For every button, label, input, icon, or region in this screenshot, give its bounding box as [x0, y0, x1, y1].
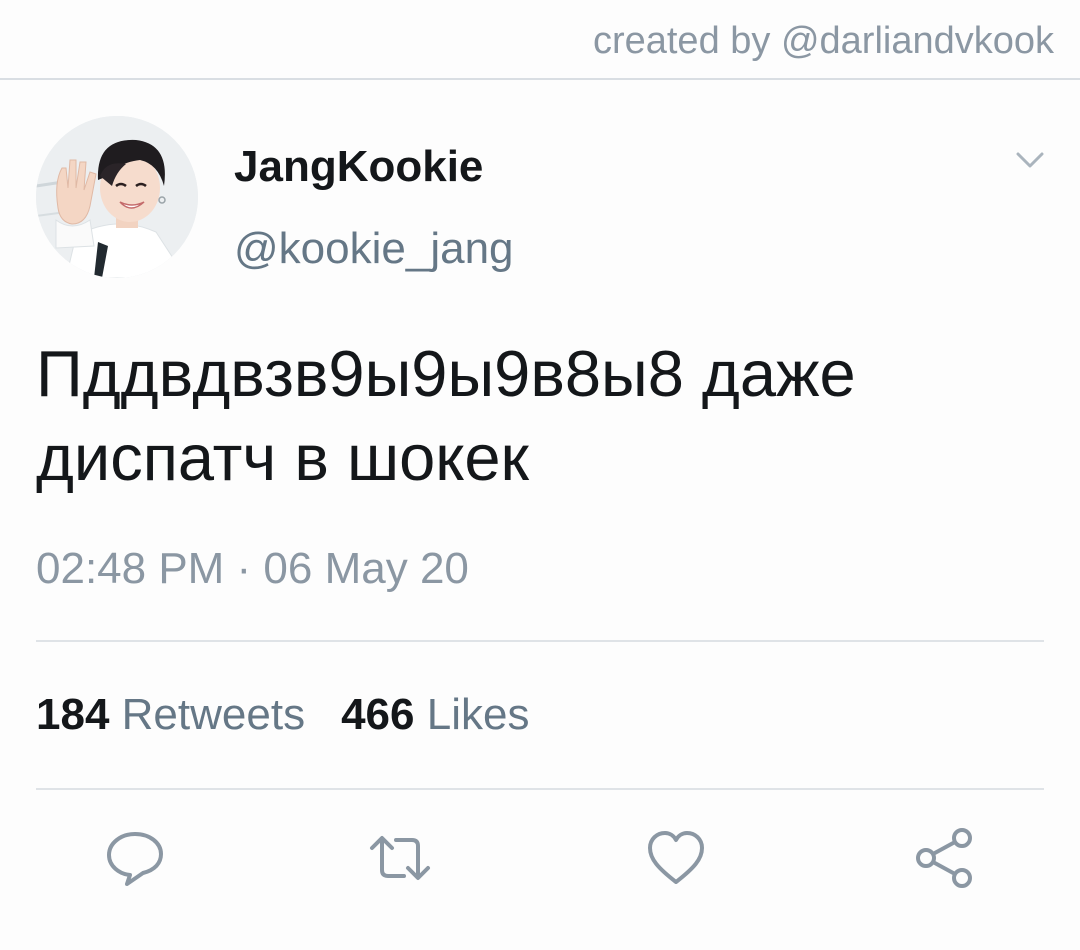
credit-bar: created by @darliandvkook: [0, 0, 1080, 80]
likes-count: 466: [341, 690, 415, 739]
chevron-down-icon[interactable]: [1010, 144, 1050, 174]
avatar[interactable]: [36, 116, 198, 278]
author-display-name[interactable]: JangKookie: [234, 142, 483, 192]
divider: [36, 640, 1044, 642]
likes-label: Likes: [426, 690, 530, 739]
divider: [36, 788, 1044, 790]
reply-icon: [107, 832, 163, 886]
share-icon: [916, 828, 972, 888]
likes-stat[interactable]: 466 Likes: [341, 690, 529, 739]
reply-button[interactable]: [103, 826, 167, 890]
tweet-text: Пддвдвзв9ы9ы9в8ы8 даже диспатч в шокек: [36, 337, 856, 494]
retweet-button[interactable]: [368, 826, 432, 890]
author-handle[interactable]: @kookie_jang: [234, 224, 514, 274]
share-button[interactable]: [912, 826, 976, 890]
avatar-photo: [36, 116, 198, 278]
retweet-icon: [370, 836, 430, 880]
retweets-label: Retweets: [121, 690, 306, 739]
like-button[interactable]: [644, 826, 708, 890]
retweets-count: 184: [36, 690, 110, 739]
heart-icon: [648, 831, 704, 884]
retweets-stat[interactable]: 184 Retweets: [36, 690, 305, 739]
tweet-timestamp[interactable]: 02:48 PM · 06 May 20: [36, 544, 469, 594]
tweet-stats: 184 Retweets 466 Likes: [36, 690, 529, 740]
credit-text: created by @darliandvkook: [592, 20, 1054, 62]
tweet-card: JangKookie @kookie_jang Пддвдвзв9ы9ы9в8ы…: [0, 82, 1080, 950]
